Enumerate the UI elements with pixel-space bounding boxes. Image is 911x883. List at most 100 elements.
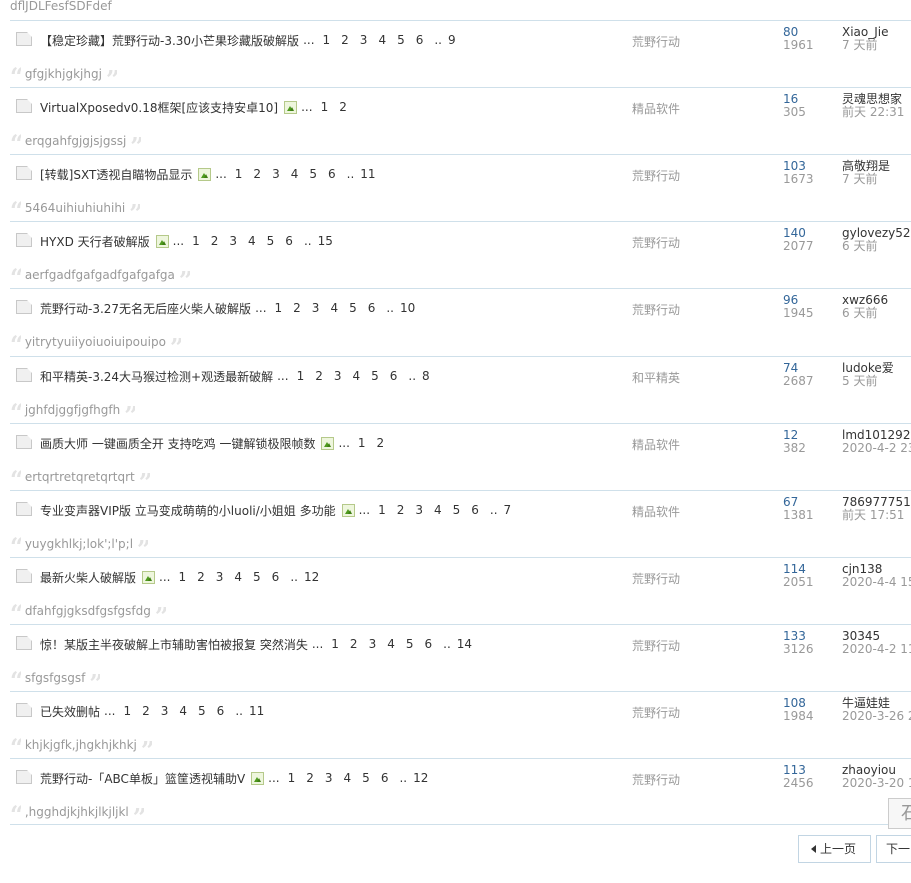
page-link[interactable]: 3 [415,503,423,517]
thread-title-link[interactable]: 专业变声器VIP版 立马变成萌萌的小luoli/小姐姐 多功能 [40,502,336,519]
page-link[interactable]: 4 [179,704,187,718]
prev-page-button[interactable]: 上一页 [798,835,871,863]
page-link[interactable]: 5 [267,234,275,248]
page-link[interactable]: 1 [321,100,329,114]
page-link[interactable]: 4 [434,503,442,517]
page-link[interactable]: 2 [293,301,301,315]
page-link[interactable]: 1 [288,771,296,785]
page-link[interactable]: 4 [387,637,395,651]
thread-title-link[interactable]: 荒野行动-3.27无名无后座火柴人破解版 [40,300,251,317]
page-link[interactable]: 2 [142,704,150,718]
page-link[interactable]: 1 [358,436,366,450]
forum-link[interactable]: 荒野行动 [632,771,680,788]
forum-link[interactable]: 精品软件 [632,436,680,453]
page-link[interactable]: 1 [323,33,331,47]
page-link[interactable]: 1 [192,234,200,248]
last-page-link[interactable]: 12 [413,771,428,785]
thread-title-link[interactable]: 已失效删帖 [40,703,100,720]
page-link[interactable]: 1 [123,704,131,718]
page-link[interactable]: 6 [416,33,424,47]
page-link[interactable]: 6 [368,301,376,315]
page-link[interactable]: 2 [197,570,205,584]
page-link[interactable]: 4 [248,234,256,248]
last-page-link[interactable]: 14 [457,637,472,651]
last-page-link[interactable]: 7 [504,503,512,517]
thread-title-link[interactable]: 最新火柴人破解版 [40,569,136,586]
last-page-link[interactable]: 15 [318,234,333,248]
forum-link[interactable]: 精品软件 [632,100,680,117]
thread-title-link[interactable]: 惊！某版主半夜破解上市辅助害怕被报复 突然消失 [40,636,308,653]
page-link[interactable]: 6 [471,503,479,517]
page-link[interactable]: 2 [350,637,358,651]
last-page-link[interactable]: 12 [304,570,319,584]
page-link[interactable]: 5 [371,369,379,383]
last-page-link[interactable]: 8 [422,369,430,383]
forum-link[interactable]: 荒野行动 [632,234,680,251]
page-link[interactable]: 6 [381,771,389,785]
page-link[interactable]: 5 [198,704,206,718]
page-link[interactable]: 3 [272,167,280,181]
page-link[interactable]: 6 [285,234,293,248]
thread-title-link[interactable]: 画质大师 一键画质全开 支持吃鸡 一键解锁极限帧数 [40,435,315,452]
forum-link[interactable]: 荒野行动 [632,167,680,184]
page-link[interactable]: 6 [424,637,432,651]
page-link[interactable]: 1 [235,167,243,181]
page-link[interactable]: 2 [341,33,349,47]
last-page-link[interactable]: 9 [448,33,456,47]
page-link[interactable]: 2 [211,234,219,248]
page-link[interactable]: 3 [360,33,368,47]
page-link[interactable]: 2 [306,771,314,785]
page-link[interactable]: 1 [275,301,283,315]
page-link[interactable]: 3 [369,637,377,651]
forum-link[interactable]: 荒野行动 [632,570,680,587]
page-link[interactable]: 6 [272,570,280,584]
page-link[interactable]: 3 [325,771,333,785]
next-page-button[interactable]: 下一 [876,835,911,863]
page-link[interactable]: 2 [339,100,347,114]
page-link[interactable]: 4 [234,570,242,584]
thread-title-link[interactable]: 荒野行动-「ABC单板」篮筐透视辅助V [40,770,245,787]
page-link[interactable]: 5 [309,167,317,181]
page-link[interactable]: 4 [378,33,386,47]
forum-link[interactable]: 荒野行动 [632,301,680,318]
page-link[interactable]: 3 [216,570,224,584]
page-link[interactable]: 2 [397,503,405,517]
page-link[interactable]: 1 [178,570,186,584]
forum-link[interactable]: 荒野行动 [632,33,680,50]
page-link[interactable]: 5 [362,771,370,785]
thread-title-link[interactable]: 【稳定珍藏】荒野行动-3.30小芒果珍藏版破解版 [40,32,299,49]
last-page-link[interactable]: 10 [400,301,415,315]
forum-link[interactable]: 荒野行动 [632,704,680,721]
page-link[interactable]: 5 [453,503,461,517]
side-float-button[interactable]: 石 [888,798,911,829]
page-link[interactable]: 1 [297,369,305,383]
page-link[interactable]: 3 [312,301,320,315]
forum-link[interactable]: 精品软件 [632,503,680,520]
page-link[interactable]: 2 [253,167,261,181]
page-link[interactable]: 5 [406,637,414,651]
page-link[interactable]: 3 [229,234,237,248]
page-link[interactable]: 5 [349,301,357,315]
page-link[interactable]: 3 [334,369,342,383]
page-link[interactable]: 5 [397,33,405,47]
page-link[interactable]: 2 [377,436,385,450]
thread-title-link[interactable]: [转载]SXT透视自瞄物品显示 [40,166,192,183]
page-link[interactable]: 6 [390,369,398,383]
page-link[interactable]: 4 [330,301,338,315]
page-link[interactable]: 4 [352,369,360,383]
page-link[interactable]: 1 [331,637,339,651]
page-link[interactable]: 4 [291,167,299,181]
page-link[interactable]: 3 [161,704,169,718]
thread-title-link[interactable]: VirtualXposedv0.18框架[应该支持安卓10] [40,99,278,116]
thread-title-link[interactable]: HYXD 天行者破解版 [40,233,150,250]
forum-link[interactable]: 荒野行动 [632,637,680,654]
last-page-link[interactable]: 11 [360,167,375,181]
page-link[interactable]: 4 [344,771,352,785]
page-link[interactable]: 2 [315,369,323,383]
forum-link[interactable]: 和平精英 [632,369,680,386]
page-link[interactable]: 1 [378,503,386,517]
page-link[interactable]: 6 [328,167,336,181]
thread-title-link[interactable]: 和平精英-3.24大马猴过检测+观透最新破解 [40,368,273,385]
page-link[interactable]: 6 [217,704,225,718]
page-link[interactable]: 5 [253,570,261,584]
